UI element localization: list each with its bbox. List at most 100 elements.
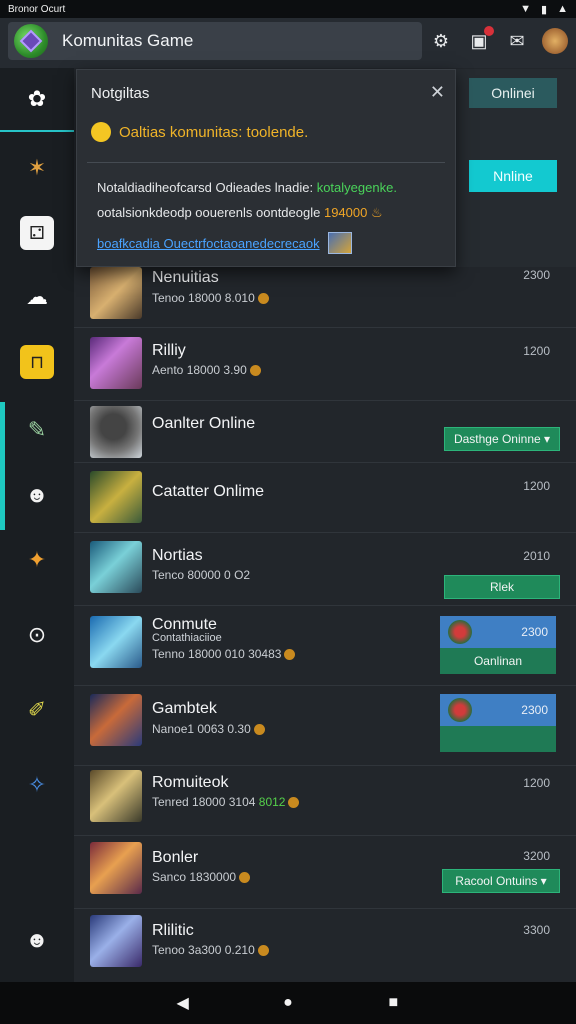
sidebar-item-home[interactable]: ✿ xyxy=(0,68,74,132)
home-icon[interactable]: ● xyxy=(268,988,308,1018)
match-panel[interactable]: 2300 Oanlinan xyxy=(440,616,556,674)
app-title-bar[interactable]: Komunitas Game xyxy=(8,22,422,60)
face-icon: ☻ xyxy=(25,927,49,952)
panel-label xyxy=(440,726,556,752)
game-thumbnail xyxy=(90,770,142,822)
list-item[interactable]: Nortias Tenco 80000 0 O2 2010 Rlek xyxy=(74,533,576,606)
list-item[interactable]: Catatter Onlime 1200 xyxy=(74,463,576,533)
game-title: Catatter Onlime xyxy=(152,483,265,500)
game-title: Nortias xyxy=(152,547,203,564)
list-item[interactable]: Romuiteok Tenred 18000 3104 8012 1200 xyxy=(74,766,576,836)
settings-gear-icon[interactable]: ⚙ xyxy=(428,28,454,54)
sidebar-item-profile[interactable]: ☻ xyxy=(0,908,74,972)
game-thumbnail xyxy=(90,267,142,319)
game-title: Bonler xyxy=(152,849,199,866)
sidebar-item-weapons[interactable]: ✶ xyxy=(0,136,74,200)
dice-icon: ⚁ xyxy=(20,216,54,250)
game-thumbnail xyxy=(90,915,142,967)
game-thumbnail xyxy=(90,694,142,746)
recents-icon[interactable]: ■ xyxy=(373,988,413,1018)
game-count: 3300 xyxy=(523,923,550,937)
sidebar: ✿ ✶ ⚁ ☁ ⊓ ✎ ☻ ✦ ⊙ ✐ ✧ ☻ xyxy=(0,68,74,982)
sidebar-item-quests[interactable]: ✦ xyxy=(0,528,74,592)
sidebar-item-items[interactable]: ✐ xyxy=(0,678,74,742)
sidebar-item-friends[interactable]: ☻ xyxy=(0,463,74,527)
game-title: Gambtek xyxy=(152,700,217,717)
panel-number: 2300 xyxy=(521,703,548,717)
game-subtitle: Sanco 1830000 xyxy=(152,870,251,884)
online-button-active[interactable]: Nnline xyxy=(469,160,557,192)
shop-icon: ⊓ xyxy=(20,345,54,379)
signal-icon: ▲ xyxy=(557,3,568,15)
fire-icon: ♨ xyxy=(370,205,383,220)
notification-title: Notgiltas xyxy=(91,85,150,102)
close-icon[interactable]: ✕ xyxy=(430,82,445,103)
game-count: 1200 xyxy=(523,776,550,790)
action-button[interactable]: Rlek xyxy=(444,575,560,599)
online-button[interactable]: Onlinei xyxy=(469,78,557,108)
game-thumbnail xyxy=(90,406,142,458)
chevron-down-icon: ▾ xyxy=(540,874,547,888)
match-panel[interactable]: 2300 xyxy=(440,694,556,752)
game-subtitle: Tenno 18000 010 30483 xyxy=(152,647,296,661)
list-item[interactable]: Oanlter Online Dasthge Oninne ▾ xyxy=(74,401,576,463)
wifi-icon: ▼ xyxy=(520,3,532,15)
game-title: Rlilitic xyxy=(152,922,194,939)
system-nav-bar: ◀ ● ■ xyxy=(0,982,576,1024)
game-count: 3200 xyxy=(523,849,550,863)
back-icon[interactable]: ◀ xyxy=(163,988,203,1018)
panel-number: 2300 xyxy=(521,625,548,639)
game-count: 2010 xyxy=(523,549,550,563)
sidebar-item-dice[interactable]: ⚁ xyxy=(0,201,74,265)
face-icon: ☻ xyxy=(25,482,49,507)
game-title: Nenuitias xyxy=(152,269,219,286)
sidebar-item-magic[interactable]: ✧ xyxy=(0,753,74,817)
list-item[interactable]: Rilliy Aento 18000 3.90 1200 xyxy=(74,328,576,401)
ghost-chat-icon: ☁ xyxy=(26,284,48,309)
chevron-down-icon: ▾ xyxy=(544,432,551,446)
wand-icon: ✧ xyxy=(27,772,47,797)
list-item[interactable]: Conmute Contathiaciioe Tenno 18000 010 3… xyxy=(74,606,576,686)
flower-icon: ✿ xyxy=(27,86,47,111)
game-thumbnail xyxy=(90,842,142,894)
notification-link[interactable]: boafkcadia Ouectrfoctaoanedecrecaok xyxy=(97,232,352,254)
sidebar-item-chat[interactable]: ☁ xyxy=(0,265,74,329)
game-title: Oanlter Online xyxy=(152,415,256,432)
inbox-icon[interactable]: ✉ xyxy=(504,28,530,54)
game-title-secondary: Contathiaciioe xyxy=(152,632,222,644)
app-logo-icon xyxy=(14,24,48,58)
avatar[interactable] xyxy=(542,28,568,54)
badge-icon xyxy=(448,620,472,644)
sidebar-item-tools[interactable]: ✎ xyxy=(0,398,74,462)
game-subtitle: Tenred 18000 3104 8012 xyxy=(152,795,300,809)
star-icon: ✦ xyxy=(27,547,47,572)
game-subtitle: Aento 18000 3.90 xyxy=(152,363,261,377)
game-count: 1200 xyxy=(523,479,550,493)
sidebar-item-search[interactable]: ⊙ xyxy=(0,603,74,667)
list-item[interactable]: Nenuitias Tenoo 18000 8.010 2300 xyxy=(74,258,576,328)
game-subtitle: Tenco 80000 0 O2 xyxy=(152,568,251,582)
game-count: 1200 xyxy=(523,344,550,358)
status-bar: Bronor Ocurt ▼ ▮ ▲ xyxy=(0,0,576,18)
notification-panel: Notgiltas ✕ Oaltias komunitas: toolende.… xyxy=(76,69,456,267)
list-item[interactable]: Gambtek Nanoe1 0063 0.30 2300 xyxy=(74,686,576,766)
notifications-icon[interactable]: ▣ xyxy=(466,26,494,54)
sidebar-item-store[interactable]: ⊓ xyxy=(0,330,74,394)
wrench-icon: ✎ xyxy=(27,417,47,442)
game-subtitle: Nanoe1 0063 0.30 xyxy=(152,722,265,736)
panel-label: Oanlinan xyxy=(440,648,556,674)
app-root: Bronor Ocurt ▼ ▮ ▲ Komunitas Game ⚙ ▣ ✉ … xyxy=(0,0,576,1024)
game-thumbnail xyxy=(90,337,142,389)
list-item[interactable]: Rlilitic Tenoo 3a300 0.210 3300 xyxy=(74,909,576,982)
search-icon: ⊙ xyxy=(27,622,47,647)
game-subtitle: Tenoo 3a300 0.210 xyxy=(152,943,269,957)
status-bar-text: Bronor Ocurt xyxy=(8,3,66,15)
notification-body-line: Notaldiadiheofcarsd Odieades lnadie: kot… xyxy=(97,180,397,195)
battery-icon: ▮ xyxy=(541,3,548,16)
list-item[interactable]: Bonler Sanco 1830000 3200 Racool Ontuins… xyxy=(74,836,576,909)
status-dropdown[interactable]: Dasthge Oninne ▾ xyxy=(444,427,560,451)
badge-icon xyxy=(448,698,472,722)
status-dropdown[interactable]: Racool Ontuins ▾ xyxy=(442,869,560,893)
game-thumbnail xyxy=(90,471,142,523)
game-count: 2300 xyxy=(523,268,550,282)
